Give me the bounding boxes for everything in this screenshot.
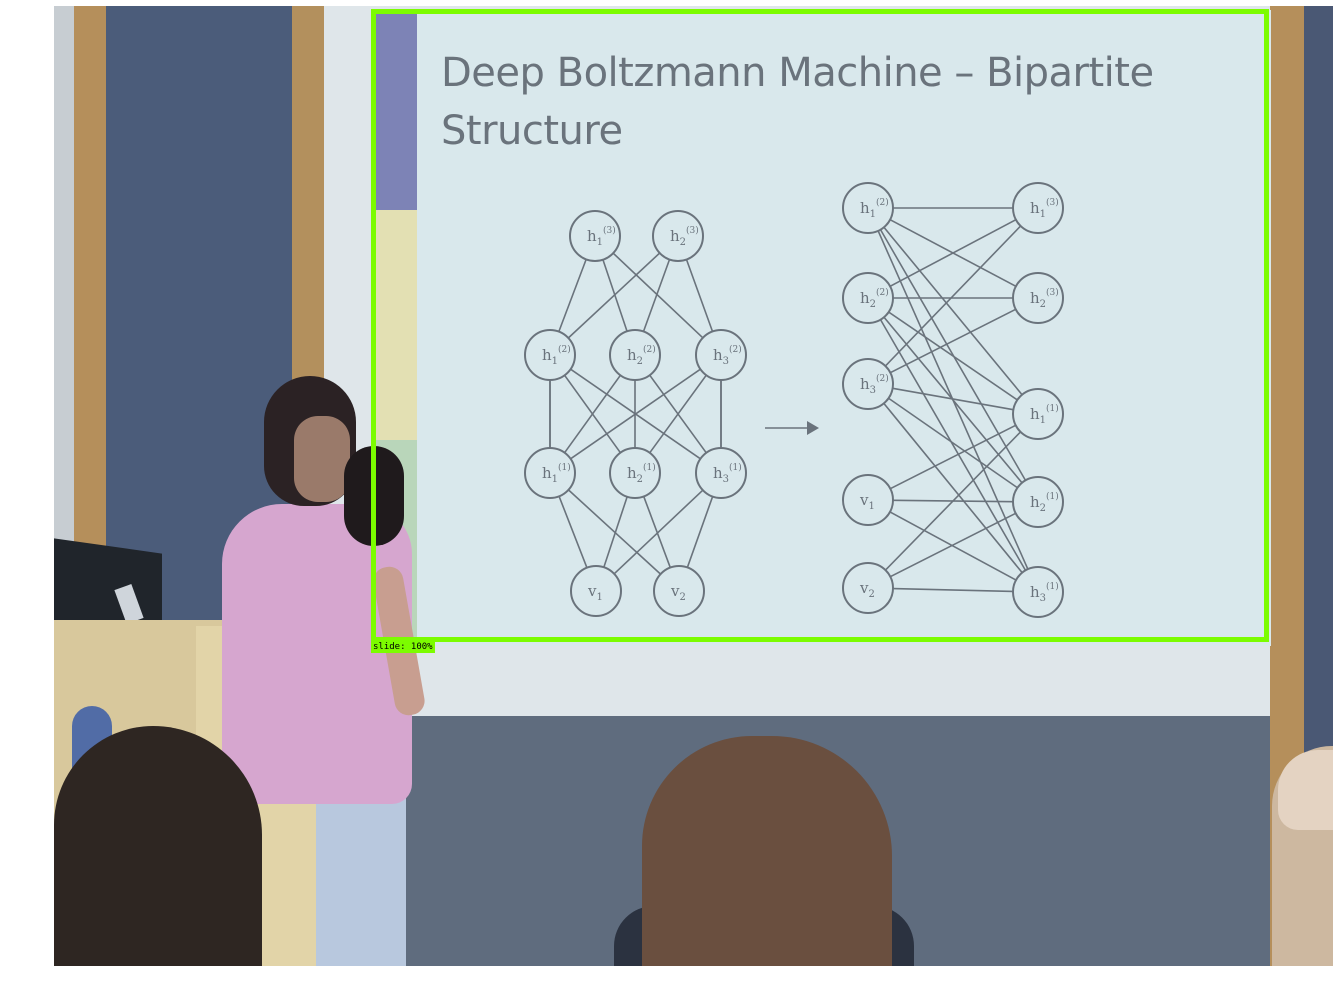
slide-detection-box: [371, 9, 1269, 642]
speaker-legs: [316, 796, 406, 966]
audience-head-left: [54, 726, 262, 966]
speaker-face: [294, 416, 350, 502]
slide-detection-label: slide: 100%: [371, 642, 435, 653]
audience-head-middle: [642, 736, 892, 966]
